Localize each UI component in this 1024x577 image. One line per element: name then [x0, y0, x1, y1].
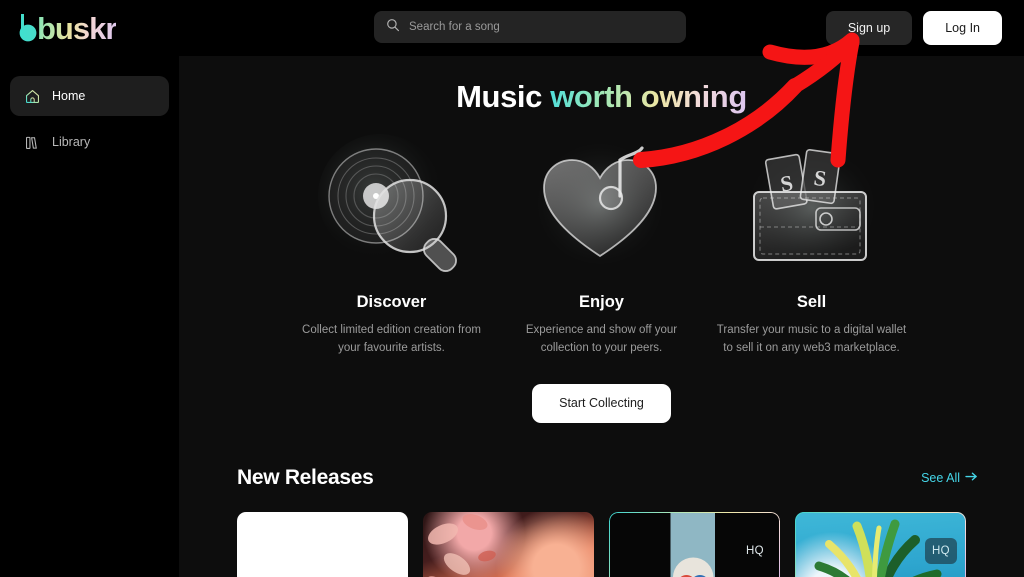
feature-desc-enjoy: Experience and show off your collection … [525, 324, 678, 354]
search-icon [386, 18, 400, 37]
album-card[interactable]: HQ [795, 511, 966, 577]
feature-desc-sell: Transfer your music to a digital wallet … [716, 324, 907, 354]
feature-title-sell: Sell [796, 293, 827, 312]
feature-enjoy: Enjoy Experience and show off your colle… [497, 129, 707, 358]
sidebar-item-home[interactable]: Home [10, 76, 169, 116]
new-releases-cards: HQ HQ [179, 511, 1024, 577]
main-content: Sign up Log In Music worth owning [179, 0, 1024, 577]
feature-desc-discover: Collect limited edition creation from yo… [302, 324, 481, 354]
home-icon [24, 88, 41, 105]
heart-music-note-icon [497, 129, 707, 279]
sidebar-nav: Home Library [0, 76, 179, 162]
feature-sell: S S Sell Transfer your music to a digita… [707, 129, 917, 358]
wallet-cash-icon: S S [707, 129, 917, 279]
login-button[interactable]: Log In [923, 11, 1002, 45]
brand-logo-word: buskr [37, 10, 117, 46]
feature-list: Discover Collect limited edition creatio… [179, 129, 1024, 358]
feature-title-enjoy: Enjoy [579, 293, 624, 312]
album-card[interactable] [237, 511, 408, 577]
buskr-logo-mark-icon [18, 13, 37, 43]
vinyl-magnifier-icon [287, 129, 497, 279]
hero-title-gradient: worth owning [550, 79, 747, 114]
signup-button[interactable]: Sign up [824, 9, 915, 47]
hero-title-plain: Music [456, 79, 551, 114]
new-releases-heading: New Releases [237, 465, 374, 489]
feature-title-discover: Discover [356, 293, 427, 312]
album-card[interactable]: HQ [609, 511, 780, 577]
brand-logo[interactable]: buskr [0, 0, 179, 56]
see-all-label: See All [921, 470, 960, 485]
hero-section: Music worth owning Discover Collect limi… [179, 56, 1024, 423]
hq-badge: HQ [745, 544, 765, 557]
page-title: Music worth owning [179, 78, 1024, 115]
cta-wrapper: Start Collecting [179, 383, 1024, 423]
feature-discover: Discover Collect limited edition creatio… [287, 129, 497, 358]
arrow-right-icon [965, 471, 978, 485]
album-card[interactable] [423, 511, 594, 577]
search-bar[interactable] [374, 11, 686, 43]
start-collecting-button[interactable]: Start Collecting [532, 383, 671, 423]
library-icon [24, 134, 41, 151]
topbar: Sign up Log In [179, 0, 1024, 56]
sidebar: buskr Home Library [0, 0, 179, 577]
brand-logo-text: buskr [18, 13, 116, 44]
hq-badge: HQ [925, 537, 957, 564]
auth-buttons: Sign up Log In [824, 0, 1002, 56]
search-input[interactable] [409, 21, 674, 33]
sidebar-item-label-home: Home [52, 89, 86, 103]
sidebar-item-label-library: Library [52, 135, 91, 149]
new-releases-header: New Releases See All [179, 466, 1024, 490]
see-all-link[interactable]: See All [921, 471, 978, 485]
app-root: buskr Home Library Search for a song Sig… [0, 0, 1024, 577]
sidebar-item-library[interactable]: Library [10, 122, 169, 162]
